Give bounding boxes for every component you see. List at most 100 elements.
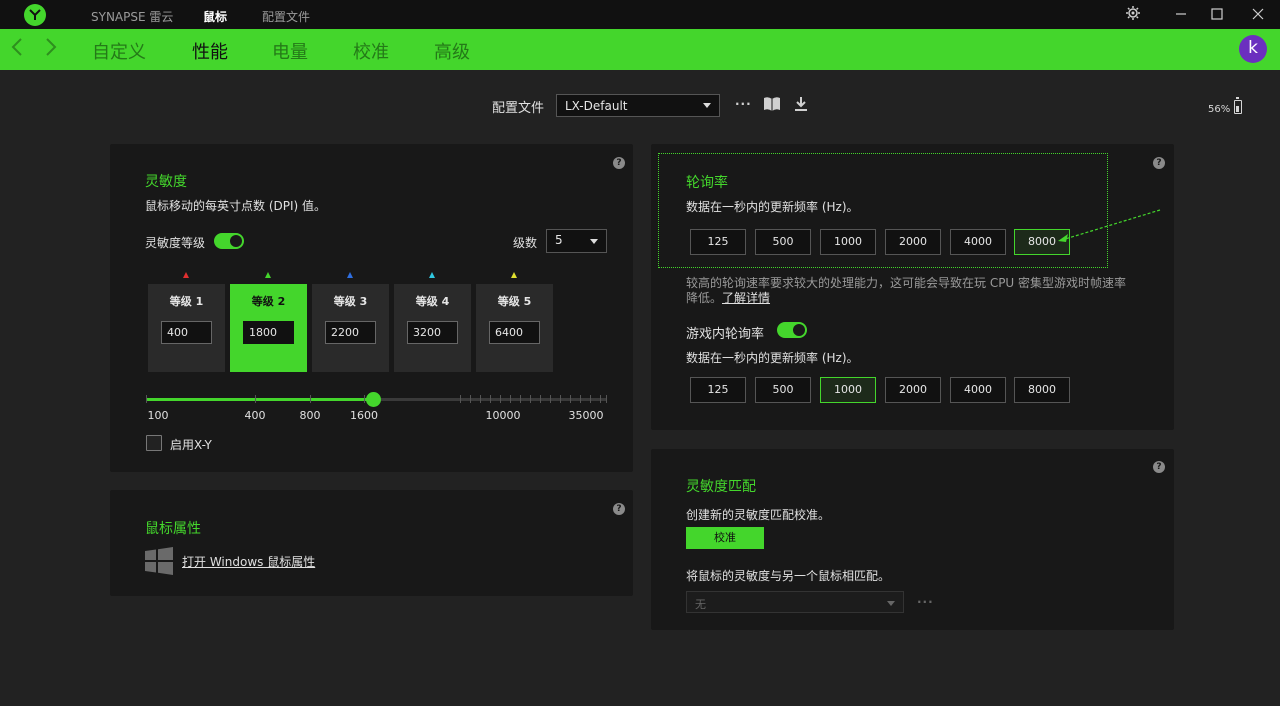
profile-dropdown[interactable]: LX-Default xyxy=(556,94,720,117)
mouse-properties-panel xyxy=(110,490,633,596)
match-mouse-value: 无 xyxy=(695,598,706,611)
slider-tick xyxy=(460,395,461,403)
close-icon[interactable] xyxy=(1247,4,1269,26)
help-icon[interactable]: ? xyxy=(1153,157,1165,169)
polling-warning-line2: 降低。 xyxy=(686,291,723,305)
dpi-stage-1[interactable]: 等级 1 400 xyxy=(148,284,225,372)
sensitivity-matching-title: 灵敏度匹配 xyxy=(686,479,756,495)
polling-rate-2000[interactable]: 2000 xyxy=(885,229,941,255)
book-icon[interactable] xyxy=(763,96,781,116)
stage-dpi-input[interactable]: 1800 xyxy=(243,321,294,344)
razer-logo-icon xyxy=(24,4,46,26)
help-icon[interactable]: ? xyxy=(613,503,625,515)
slider-tick xyxy=(600,395,601,403)
ingame-polling-rate-2000[interactable]: 2000 xyxy=(885,377,941,403)
dpi-stage-2[interactable]: 等级 2 1800 xyxy=(230,284,307,372)
stage-label: 等级 2 xyxy=(251,295,286,308)
slider-tick-label: 100 xyxy=(147,409,169,422)
back-arrow-icon[interactable] xyxy=(10,37,24,62)
slider-tick xyxy=(560,395,561,403)
polling-rate-1000[interactable]: 1000 xyxy=(820,229,876,255)
settings-gear-icon[interactable] xyxy=(1122,4,1144,26)
stage-dpi-input[interactable]: 2200 xyxy=(325,321,376,344)
slider-tick xyxy=(490,395,491,403)
slider-tick-label: 35000 xyxy=(568,409,604,422)
sensitivity-stages-label: 灵敏度等级 xyxy=(145,236,206,250)
ingame-polling-rate-1000[interactable]: 1000 xyxy=(820,377,876,403)
tab-advanced[interactable]: 高级 xyxy=(434,38,470,64)
stage-1-color-marker xyxy=(183,272,189,278)
polling-rate-4000[interactable]: 4000 xyxy=(950,229,1006,255)
help-icon[interactable]: ? xyxy=(1153,461,1165,473)
stage-dpi-input[interactable]: 400 xyxy=(161,321,212,344)
learn-more-link[interactable]: 了解详情 xyxy=(722,289,770,306)
polling-rate-125[interactable]: 125 xyxy=(690,229,746,255)
windows-logo-icon xyxy=(145,547,173,579)
match-more-options-icon[interactable]: ··· xyxy=(917,595,934,609)
stage-4-color-marker xyxy=(429,272,435,278)
sensitivity-title: 灵敏度 xyxy=(145,174,187,190)
slider-tick xyxy=(540,395,541,403)
dpi-slider-handle[interactable] xyxy=(366,392,381,407)
profile-label: 配置文件 xyxy=(492,101,545,116)
maximize-icon[interactable] xyxy=(1206,4,1228,26)
ingame-polling-label: 游戏内轮询率 xyxy=(686,327,765,342)
slider-tick-label: 10000 xyxy=(485,409,521,422)
slider-tick-label: 1600 xyxy=(350,409,378,422)
tab-power[interactable]: 电量 xyxy=(272,38,308,64)
slider-tick xyxy=(310,395,311,403)
user-avatar[interactable]: k xyxy=(1239,35,1267,63)
ingame-polling-rate-4000[interactable]: 4000 xyxy=(950,377,1006,403)
dpi-stage-5[interactable]: 等级 5 6400 xyxy=(476,284,553,372)
stage-dpi-input[interactable]: 3200 xyxy=(407,321,458,344)
more-options-icon[interactable]: ··· xyxy=(735,97,752,111)
titlebar-tab-mouse[interactable]: 鼠标 xyxy=(203,8,227,25)
stage-2-color-marker xyxy=(265,272,271,278)
stage-count-dropdown[interactable]: 5 xyxy=(546,229,607,253)
polling-rate-title: 轮询率 xyxy=(686,175,728,191)
slider-tick xyxy=(530,395,531,403)
titlebar-tab-synapse[interactable]: SYNAPSE 雷云 xyxy=(91,8,173,25)
titlebar-tab-profiles[interactable]: 配置文件 xyxy=(262,8,310,25)
ingame-polling-rate-125[interactable]: 125 xyxy=(690,377,746,403)
help-icon[interactable]: ? xyxy=(613,157,625,169)
stage-count-value: 5 xyxy=(555,233,563,247)
tab-customize[interactable]: 自定义 xyxy=(92,38,146,64)
forward-arrow-icon[interactable] xyxy=(44,37,58,62)
sensitivity-matching-desc2: 将鼠标的灵敏度与另一个鼠标相匹配。 xyxy=(686,569,891,583)
sensitivity-desc: 鼠标移动的每英寸点数 (DPI) 值。 xyxy=(145,199,327,213)
profile-selected-value: LX-Default xyxy=(565,99,628,113)
enable-xy-checkbox[interactable] xyxy=(146,435,162,451)
tab-performance[interactable]: 性能 xyxy=(192,38,228,64)
tab-calibration[interactable]: 校准 xyxy=(353,38,389,64)
slider-tick xyxy=(590,395,591,403)
slider-tick xyxy=(255,395,256,403)
polling-rate-desc: 数据在一秒内的更新频率 (Hz)。 xyxy=(686,200,859,214)
chevron-down-icon xyxy=(703,103,711,108)
battery-percentage: 56% xyxy=(1208,104,1231,115)
dpi-stage-3[interactable]: 等级 3 2200 xyxy=(312,284,389,372)
open-windows-mouse-properties-link[interactable]: 打开 Windows 鼠标属性 xyxy=(182,553,315,570)
chevron-down-icon xyxy=(887,601,895,606)
ingame-polling-toggle[interactable] xyxy=(777,322,807,338)
stage-dpi-input[interactable]: 6400 xyxy=(489,321,540,344)
polling-rate-500[interactable]: 500 xyxy=(755,229,811,255)
slider-tick xyxy=(480,395,481,403)
dpi-stage-4[interactable]: 等级 4 3200 xyxy=(394,284,471,372)
stage-3-color-marker xyxy=(347,272,353,278)
minimize-icon[interactable] xyxy=(1170,4,1192,26)
sensitivity-stages-toggle[interactable] xyxy=(214,233,244,249)
slider-tick xyxy=(510,395,511,403)
slider-tick xyxy=(146,395,147,403)
download-icon[interactable] xyxy=(794,96,808,116)
ingame-polling-rate-8000[interactable]: 8000 xyxy=(1014,377,1070,403)
ingame-polling-rate-500[interactable]: 500 xyxy=(755,377,811,403)
slider-tick xyxy=(470,395,471,403)
calibrate-button[interactable]: 校准 xyxy=(686,527,764,549)
sensitivity-matching-desc: 创建新的灵敏度匹配校准。 xyxy=(686,508,831,522)
slider-tick-label: 400 xyxy=(244,409,266,422)
slider-tick xyxy=(520,395,521,403)
match-mouse-dropdown[interactable]: 无 xyxy=(686,591,904,613)
title-bar: SYNAPSE 雷云 鼠标 配置文件 xyxy=(0,0,1280,29)
stage-count-label: 级数 xyxy=(513,236,538,250)
